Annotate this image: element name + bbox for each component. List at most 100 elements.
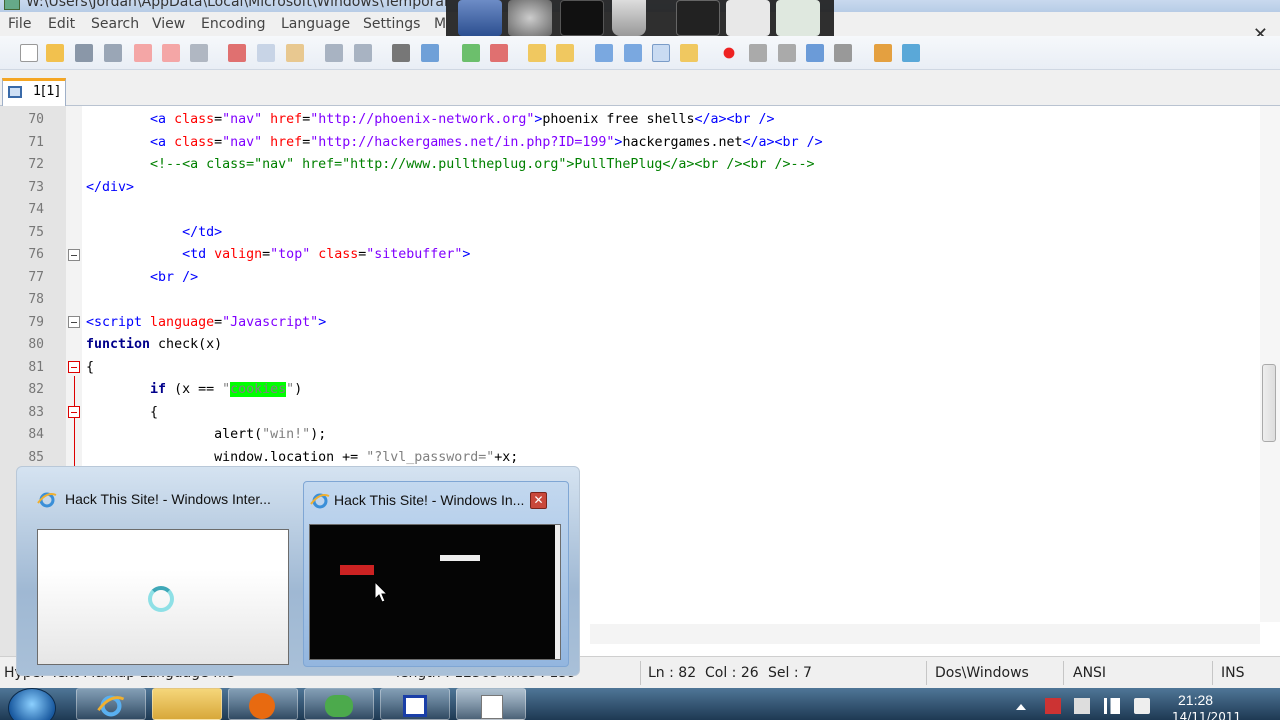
vertical-scrollbar[interactable]	[1260, 106, 1280, 622]
close-thumbnail-icon[interactable]: ✕	[530, 492, 547, 509]
volume-icon[interactable]	[1134, 698, 1150, 714]
open-file-icon[interactable]	[46, 44, 64, 62]
code-line[interactable]: 78	[0, 289, 1250, 311]
code-line[interactable]: 74	[0, 199, 1250, 221]
copy-icon[interactable]	[257, 44, 275, 62]
thumbnail-window-2[interactable]: Hack This Site! - Windows In... ✕	[303, 481, 569, 667]
code-line[interactable]: 83 {	[0, 402, 1250, 424]
spell-check-icon[interactable]	[902, 44, 920, 62]
record-macro-icon[interactable]	[720, 44, 738, 62]
taskbar-remote-button[interactable]	[380, 688, 450, 720]
code-line[interactable]: 82 if (x == "cookies")	[0, 379, 1250, 401]
undo-icon[interactable]	[325, 44, 343, 62]
save-icon[interactable]	[75, 44, 93, 62]
mouse-cursor-icon	[374, 581, 388, 603]
code-text: <!--<a class="nav" href="http://www.pull…	[86, 154, 814, 176]
menu-search[interactable]: Search	[91, 16, 139, 32]
paste-icon[interactable]	[286, 44, 304, 62]
cut-icon[interactable]	[228, 44, 246, 62]
run-macro-multiple-icon[interactable]	[806, 44, 824, 62]
close-all-icon[interactable]	[162, 44, 180, 62]
word-wrap-icon[interactable]	[595, 44, 613, 62]
status-separator	[640, 661, 641, 685]
spreadsheet-icon[interactable]	[776, 0, 820, 36]
clock-time[interactable]: 21:28	[1178, 692, 1213, 708]
find-icon[interactable]	[392, 44, 410, 62]
taskbar-messenger-button[interactable]	[304, 688, 374, 720]
messenger-icon	[325, 695, 353, 717]
show-all-chars-icon[interactable]	[624, 44, 642, 62]
fold-toggle-line-81[interactable]	[68, 361, 80, 373]
finder-icon[interactable]	[458, 0, 502, 36]
show-hidden-icons-icon[interactable]	[1016, 704, 1026, 710]
line-number: 72	[28, 157, 44, 172]
code-token: </td>	[182, 224, 223, 240]
new-file-icon[interactable]	[20, 44, 38, 62]
code-text: {	[86, 402, 158, 424]
taskbar-ie-button[interactable]	[76, 688, 146, 720]
menu-language[interactable]: Language	[281, 16, 350, 32]
code-line[interactable]: 72 <!--<a class="nav" href="http://www.p…	[0, 154, 1250, 176]
tab-file-1[interactable]: 1[1]	[2, 78, 66, 106]
code-line[interactable]: 84 alert("win!");	[0, 424, 1250, 446]
fold-toggle-line-76[interactable]	[68, 249, 80, 261]
terminal-icon[interactable]	[560, 0, 604, 36]
sync-horizontal-icon[interactable]	[556, 44, 574, 62]
code-token: "nav"	[222, 112, 263, 127]
menu-encoding[interactable]: Encoding	[201, 16, 266, 32]
stop-macro-icon[interactable]	[749, 44, 767, 62]
thumbnail-window-1[interactable]: Hack This Site! - Windows Inter...	[31, 481, 297, 667]
sync-vertical-icon[interactable]	[528, 44, 546, 62]
menu-edit[interactable]: Edit	[48, 16, 75, 32]
redo-icon[interactable]	[354, 44, 372, 62]
network-icon[interactable]	[1104, 698, 1120, 714]
trash-icon[interactable]	[612, 0, 646, 36]
code-line[interactable]: 76 <td valign="top" class="sitebuffer">	[0, 244, 1250, 266]
start-button[interactable]	[8, 688, 56, 720]
window-preview-icon[interactable]	[676, 0, 720, 36]
run-icon[interactable]	[874, 44, 892, 62]
zoom-out-icon[interactable]	[490, 44, 508, 62]
code-text: if (x == "cookies")	[86, 379, 302, 401]
menu-macro[interactable]: M	[434, 16, 446, 32]
vertical-scroll-thumb[interactable]	[1262, 364, 1276, 442]
power-icon[interactable]	[1074, 698, 1090, 714]
taskbar-notepad-plus-plus-button[interactable]	[456, 688, 526, 720]
save-all-icon[interactable]	[104, 44, 122, 62]
save-macro-icon[interactable]	[834, 44, 852, 62]
clock-date[interactable]: 14/11/2011	[1172, 710, 1241, 720]
taskbar-explorer-button[interactable]	[152, 688, 222, 720]
code-line[interactable]: 80 function check(x)	[0, 334, 1250, 356]
code-token: )	[294, 382, 303, 397]
donate-badge	[340, 565, 374, 575]
code-line[interactable]: 70 <a class="nav" href="http://phoenix-n…	[0, 109, 1250, 131]
document-icon[interactable]	[726, 0, 770, 36]
code-token: >	[462, 247, 471, 262]
gear-icon[interactable]	[508, 0, 552, 36]
print-icon[interactable]	[190, 44, 208, 62]
code-line[interactable]: 73 </div>	[0, 177, 1250, 199]
play-macro-icon[interactable]	[778, 44, 796, 62]
fold-toggle-line-79[interactable]	[68, 316, 80, 328]
code-line[interactable]: 71 <a class="nav" href="http://hackergam…	[0, 132, 1250, 154]
code-line[interactable]: 81 {	[0, 357, 1250, 379]
menu-file[interactable]: File	[8, 16, 31, 32]
security-alert-icon[interactable]	[1045, 698, 1061, 714]
taskbar-media-player-button[interactable]	[228, 688, 298, 720]
zoom-in-icon[interactable]	[462, 44, 480, 62]
close-file-icon[interactable]	[134, 44, 152, 62]
fold-toggle-line-83[interactable]	[68, 406, 80, 418]
horizontal-scrollbar[interactable]	[590, 624, 1260, 644]
user-lang-icon[interactable]	[680, 44, 698, 62]
code-text: <a class="nav" href="http://phoenix-netw…	[86, 109, 775, 131]
code-line[interactable]: 79 <script language="Javascript">	[0, 312, 1250, 334]
menu-view[interactable]: View	[152, 16, 185, 32]
code-line[interactable]: 77 <br />	[0, 267, 1250, 289]
code-line[interactable]: 75 </td>	[0, 222, 1250, 244]
saved-file-icon	[8, 86, 22, 98]
indent-guide-icon[interactable]	[652, 44, 670, 62]
status-separator	[1063, 661, 1064, 685]
replace-icon[interactable]	[421, 44, 439, 62]
menu-settings[interactable]: Settings	[363, 16, 420, 32]
